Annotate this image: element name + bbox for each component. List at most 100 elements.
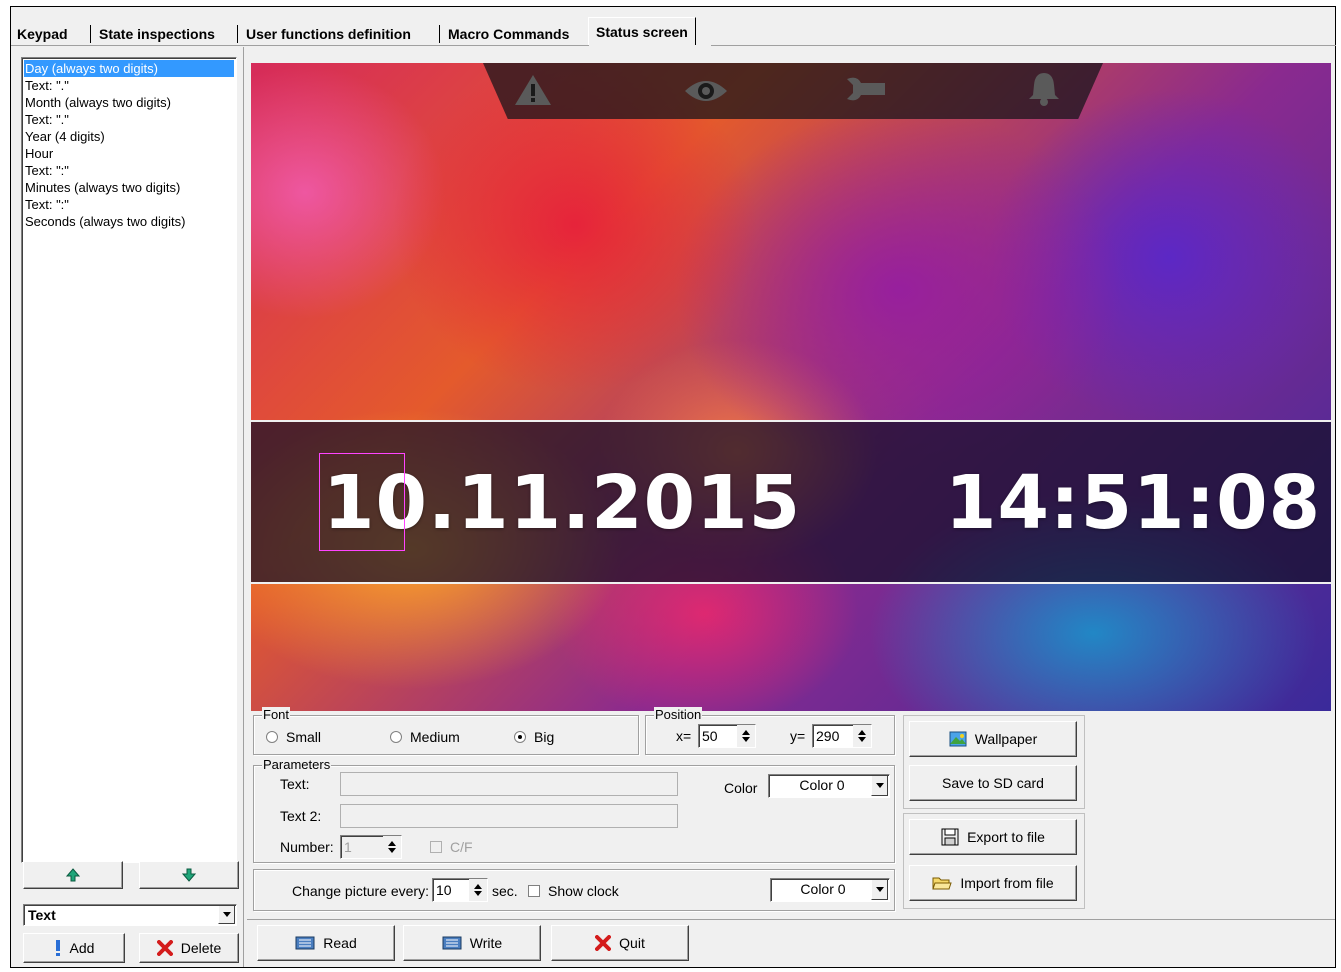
font-group: Font Small Medium Big bbox=[253, 707, 639, 755]
text2-label: Text 2: bbox=[280, 808, 322, 824]
parameters-legend: Parameters bbox=[262, 757, 332, 773]
text-label: Text: bbox=[280, 776, 310, 792]
delete-button-label: Delete bbox=[180, 940, 222, 956]
sec-label: sec. bbox=[492, 883, 518, 899]
change-picture-value: 10 bbox=[436, 882, 452, 898]
chevron-down-icon[interactable] bbox=[871, 880, 888, 900]
open-folder-icon bbox=[932, 877, 953, 890]
font-medium-radio[interactable]: Medium bbox=[390, 729, 460, 745]
move-up-button[interactable] bbox=[23, 861, 123, 889]
exclamation-icon bbox=[55, 940, 60, 956]
spin-arrows-icon[interactable] bbox=[853, 725, 871, 747]
move-down-button[interactable] bbox=[139, 861, 239, 889]
font-small-radio[interactable]: Small bbox=[266, 729, 321, 745]
element-type-select[interactable]: Text bbox=[23, 904, 237, 926]
add-button[interactable]: Add bbox=[23, 933, 125, 963]
list-item[interactable]: Seconds (always two digits) bbox=[24, 213, 234, 230]
read-label: Read bbox=[323, 935, 357, 951]
list-item[interactable]: Text: ":" bbox=[24, 196, 234, 213]
y-label: y= bbox=[790, 728, 806, 744]
eye-icon[interactable] bbox=[683, 77, 729, 105]
x-icon bbox=[156, 940, 173, 956]
export-to-file-label: Export to file bbox=[967, 829, 1045, 845]
list-item[interactable]: Year (4 digits) bbox=[24, 128, 234, 145]
font-legend: Font bbox=[262, 707, 291, 723]
list-item[interactable]: Text: "." bbox=[24, 77, 234, 94]
delete-button[interactable]: Delete bbox=[139, 933, 239, 963]
spin-arrows-icon[interactable] bbox=[469, 879, 487, 901]
clock-color-select[interactable]: Color 0 bbox=[770, 878, 890, 902]
arrow-down-icon bbox=[182, 868, 196, 882]
wallpaper-label: Wallpaper bbox=[974, 731, 1038, 747]
divider bbox=[247, 919, 1335, 920]
change-picture-group: Change picture every: 10 sec. Show clock… bbox=[253, 869, 895, 911]
tab-bar: Keypad State inspections User functions … bbox=[11, 7, 1336, 47]
save-to-sd-card-label: Save to SD card bbox=[942, 775, 1044, 791]
arrow-up-icon bbox=[66, 868, 80, 882]
import-from-file-label: Import from file bbox=[960, 875, 1054, 891]
export-to-file-button[interactable]: Export to file bbox=[909, 819, 1077, 855]
write-label: Write bbox=[469, 935, 503, 951]
tab-macro-commands[interactable]: Macro Commands bbox=[444, 21, 573, 47]
tab-status-screen[interactable]: Status screen bbox=[588, 17, 696, 45]
y-value: 290 bbox=[816, 728, 840, 744]
cf-checkbox[interactable]: C/F bbox=[430, 839, 473, 855]
write-device-icon bbox=[442, 936, 462, 950]
color-select[interactable]: Color 0 bbox=[768, 774, 890, 798]
read-button[interactable]: Read bbox=[257, 925, 395, 961]
parameters-group: Parameters Text: Text 2: Number: 1 C/F C… bbox=[253, 757, 895, 863]
font-medium-label: Medium bbox=[410, 729, 460, 745]
status-icon-bar bbox=[483, 63, 1103, 119]
color-label: Color bbox=[724, 780, 758, 796]
add-button-label: Add bbox=[69, 940, 95, 956]
y-stepper[interactable]: 290 bbox=[812, 724, 872, 748]
tab-keypad[interactable]: Keypad bbox=[13, 21, 72, 47]
import-from-file-button[interactable]: Import from file bbox=[909, 865, 1077, 901]
preview-time[interactable]: 14:51:08 bbox=[945, 463, 1321, 543]
chevron-down-icon[interactable] bbox=[871, 776, 888, 796]
x-value: 50 bbox=[702, 728, 718, 744]
wallpaper-button[interactable]: Wallpaper bbox=[909, 721, 1077, 757]
text2-field[interactable] bbox=[340, 804, 678, 828]
picture-icon bbox=[949, 731, 967, 747]
font-big-radio[interactable]: Big bbox=[514, 729, 554, 745]
font-big-label: Big bbox=[534, 729, 555, 745]
change-picture-stepper[interactable]: 10 bbox=[432, 878, 488, 902]
text-field[interactable] bbox=[340, 772, 678, 796]
cf-label: C/F bbox=[450, 839, 473, 855]
list-item[interactable]: Text: ":" bbox=[24, 162, 234, 179]
list-item[interactable]: Day (always two digits) bbox=[24, 60, 234, 77]
list-item[interactable]: Hour bbox=[24, 145, 234, 162]
list-item[interactable]: Text: "." bbox=[24, 111, 234, 128]
font-small-label: Small bbox=[286, 729, 322, 745]
write-button[interactable]: Write bbox=[403, 925, 541, 961]
number-label: Number: bbox=[280, 839, 334, 855]
quit-label: Quit bbox=[619, 935, 645, 951]
number-stepper[interactable]: 1 bbox=[340, 835, 402, 859]
warning-icon[interactable] bbox=[513, 73, 553, 107]
change-picture-label: Change picture every: bbox=[292, 883, 429, 899]
show-clock-label: Show clock bbox=[548, 883, 619, 899]
color-value: Color 0 bbox=[799, 777, 845, 793]
app-window: Keypad State inspections User functions … bbox=[10, 6, 1336, 968]
chevron-down-icon[interactable] bbox=[218, 906, 235, 924]
save-to-sd-card-button[interactable]: Save to SD card bbox=[909, 765, 1077, 801]
spin-arrows-icon[interactable] bbox=[737, 725, 755, 747]
tab-state-inspections[interactable]: State inspections bbox=[95, 21, 219, 47]
list-item[interactable]: Minutes (always two digits) bbox=[24, 179, 234, 196]
element-list[interactable]: Day (always two digits) Text: "." Month … bbox=[21, 57, 237, 863]
clock-color-value: Color 0 bbox=[800, 881, 846, 897]
show-clock-checkbox[interactable]: Show clock bbox=[528, 883, 619, 899]
quit-button[interactable]: Quit bbox=[551, 925, 689, 961]
x-label: x= bbox=[676, 728, 692, 744]
tab-user-functions-definition[interactable]: User functions definition bbox=[242, 21, 415, 47]
x-stepper[interactable]: 50 bbox=[698, 724, 756, 748]
status-screen-preview[interactable]: 10.11.2015 14:51:08 bbox=[251, 63, 1331, 711]
wrench-icon[interactable] bbox=[843, 75, 889, 105]
x-icon bbox=[595, 935, 612, 951]
position-legend: Position bbox=[654, 707, 703, 723]
spin-arrows-icon[interactable] bbox=[383, 836, 401, 858]
element-type-value: Text bbox=[28, 907, 56, 923]
list-item[interactable]: Month (always two digits) bbox=[24, 94, 234, 111]
bell-icon[interactable] bbox=[1027, 71, 1061, 107]
